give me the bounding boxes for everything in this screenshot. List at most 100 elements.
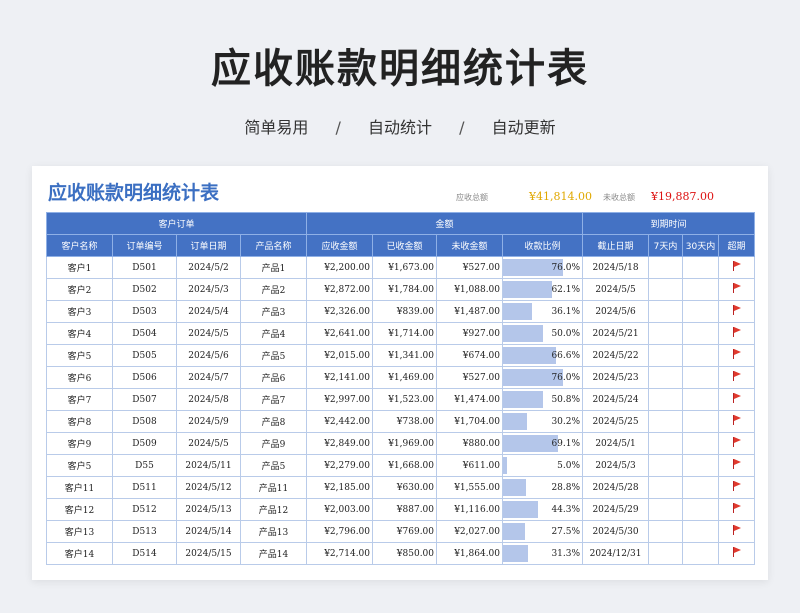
cell-order-date[interactable]: 2024/5/9 <box>176 410 241 433</box>
cell-within-30days[interactable] <box>682 542 720 565</box>
cell-ratio[interactable]: 62.1% <box>502 278 584 301</box>
cell-overdue[interactable] <box>718 388 756 411</box>
cell-receivable[interactable]: ¥2,003.00 <box>306 498 374 521</box>
cell-within-7days[interactable] <box>648 432 684 455</box>
cell-product[interactable]: 产品11 <box>239 476 308 499</box>
cell-order-no[interactable]: D513 <box>112 520 177 543</box>
cell-received[interactable]: ¥1,714.00 <box>372 322 438 345</box>
cell-unreceived[interactable]: ¥1,116.00 <box>436 498 504 521</box>
cell-unreceived[interactable]: ¥2,027.00 <box>436 520 504 543</box>
cell-ratio[interactable]: 50.0% <box>502 322 584 345</box>
cell-overdue[interactable] <box>718 256 756 279</box>
cell-ratio[interactable]: 31.3% <box>502 542 584 565</box>
cell-received[interactable]: ¥630.00 <box>372 476 438 499</box>
cell-receivable[interactable]: ¥2,849.00 <box>306 432 374 455</box>
cell-customer[interactable]: 客户13 <box>46 520 113 543</box>
cell-product[interactable]: 产品4 <box>239 322 308 345</box>
cell-order-no[interactable]: D509 <box>112 432 177 455</box>
cell-overdue[interactable] <box>718 278 756 301</box>
cell-receivable[interactable]: ¥2,641.00 <box>306 322 374 345</box>
cell-product[interactable]: 产品7 <box>239 388 308 411</box>
cell-overdue[interactable] <box>718 542 756 565</box>
cell-within-7days[interactable] <box>648 344 684 367</box>
cell-order-no[interactable]: D514 <box>112 542 177 565</box>
cell-product[interactable]: 产品6 <box>239 366 308 389</box>
cell-product[interactable]: 产品5 <box>239 344 308 367</box>
cell-product[interactable]: 产品2 <box>239 278 308 301</box>
cell-deadline[interactable]: 2024/5/25 <box>582 410 650 433</box>
cell-customer[interactable]: 客户3 <box>46 300 113 323</box>
cell-order-no[interactable]: D503 <box>112 300 177 323</box>
cell-product[interactable]: 产品5 <box>239 454 308 477</box>
cell-order-date[interactable]: 2024/5/5 <box>176 432 241 455</box>
cell-order-no[interactable]: D511 <box>112 476 177 499</box>
cell-overdue[interactable] <box>718 476 756 499</box>
cell-ratio[interactable]: 36.1% <box>502 300 584 323</box>
cell-ratio[interactable]: 76.0% <box>502 256 584 279</box>
cell-receivable[interactable]: ¥2,200.00 <box>306 256 374 279</box>
cell-deadline[interactable]: 2024/5/21 <box>582 322 650 345</box>
cell-within-30days[interactable] <box>682 344 720 367</box>
cell-receivable[interactable]: ¥2,326.00 <box>306 300 374 323</box>
cell-receivable[interactable]: ¥2,015.00 <box>306 344 374 367</box>
cell-order-date[interactable]: 2024/5/2 <box>176 256 241 279</box>
cell-product[interactable]: 产品9 <box>239 432 308 455</box>
cell-order-no[interactable]: D507 <box>112 388 177 411</box>
cell-product[interactable]: 产品1 <box>239 256 308 279</box>
cell-received[interactable]: ¥769.00 <box>372 520 438 543</box>
cell-receivable[interactable]: ¥2,442.00 <box>306 410 374 433</box>
cell-order-date[interactable]: 2024/5/8 <box>176 388 241 411</box>
cell-receivable[interactable]: ¥2,997.00 <box>306 388 374 411</box>
cell-order-date[interactable]: 2024/5/5 <box>176 322 241 345</box>
cell-order-date[interactable]: 2024/5/13 <box>176 498 241 521</box>
cell-within-7days[interactable] <box>648 366 684 389</box>
cell-customer[interactable]: 客户14 <box>46 542 113 565</box>
cell-received[interactable]: ¥1,969.00 <box>372 432 438 455</box>
cell-overdue[interactable] <box>718 498 756 521</box>
cell-deadline[interactable]: 2024/5/5 <box>582 278 650 301</box>
cell-within-7days[interactable] <box>648 542 684 565</box>
cell-customer[interactable]: 客户6 <box>46 366 113 389</box>
cell-received[interactable]: ¥887.00 <box>372 498 438 521</box>
cell-within-30days[interactable] <box>682 520 720 543</box>
cell-receivable[interactable]: ¥2,714.00 <box>306 542 374 565</box>
cell-receivable[interactable]: ¥2,141.00 <box>306 366 374 389</box>
cell-order-date[interactable]: 2024/5/11 <box>176 454 241 477</box>
cell-received[interactable]: ¥850.00 <box>372 542 438 565</box>
cell-order-no[interactable]: D502 <box>112 278 177 301</box>
cell-product[interactable]: 产品8 <box>239 410 308 433</box>
cell-order-date[interactable]: 2024/5/14 <box>176 520 241 543</box>
cell-within-7days[interactable] <box>648 476 684 499</box>
cell-within-7days[interactable] <box>648 410 684 433</box>
cell-product[interactable]: 产品13 <box>239 520 308 543</box>
cell-customer[interactable]: 客户7 <box>46 388 113 411</box>
cell-within-7days[interactable] <box>648 520 684 543</box>
cell-overdue[interactable] <box>718 300 756 323</box>
cell-within-30days[interactable] <box>682 432 720 455</box>
cell-order-date[interactable]: 2024/5/3 <box>176 278 241 301</box>
cell-deadline[interactable]: 2024/5/22 <box>582 344 650 367</box>
cell-order-no[interactable]: D501 <box>112 256 177 279</box>
cell-deadline[interactable]: 2024/12/31 <box>582 542 650 565</box>
cell-overdue[interactable] <box>718 344 756 367</box>
cell-order-date[interactable]: 2024/5/6 <box>176 344 241 367</box>
cell-unreceived[interactable]: ¥1,474.00 <box>436 388 504 411</box>
cell-within-7days[interactable] <box>648 322 684 345</box>
cell-ratio[interactable]: 66.6% <box>502 344 584 367</box>
cell-within-30days[interactable] <box>682 300 720 323</box>
cell-overdue[interactable] <box>718 322 756 345</box>
cell-within-30days[interactable] <box>682 366 720 389</box>
cell-unreceived[interactable]: ¥880.00 <box>436 432 504 455</box>
cell-order-no[interactable]: D512 <box>112 498 177 521</box>
cell-ratio[interactable]: 27.5% <box>502 520 584 543</box>
cell-order-no[interactable]: D508 <box>112 410 177 433</box>
cell-within-30days[interactable] <box>682 498 720 521</box>
cell-order-date[interactable]: 2024/5/12 <box>176 476 241 499</box>
cell-within-30days[interactable] <box>682 476 720 499</box>
cell-within-7days[interactable] <box>648 498 684 521</box>
cell-ratio[interactable]: 44.3% <box>502 498 584 521</box>
cell-order-no[interactable]: D504 <box>112 322 177 345</box>
cell-customer[interactable]: 客户12 <box>46 498 113 521</box>
cell-received[interactable]: ¥1,341.00 <box>372 344 438 367</box>
cell-ratio[interactable]: 69.1% <box>502 432 584 455</box>
